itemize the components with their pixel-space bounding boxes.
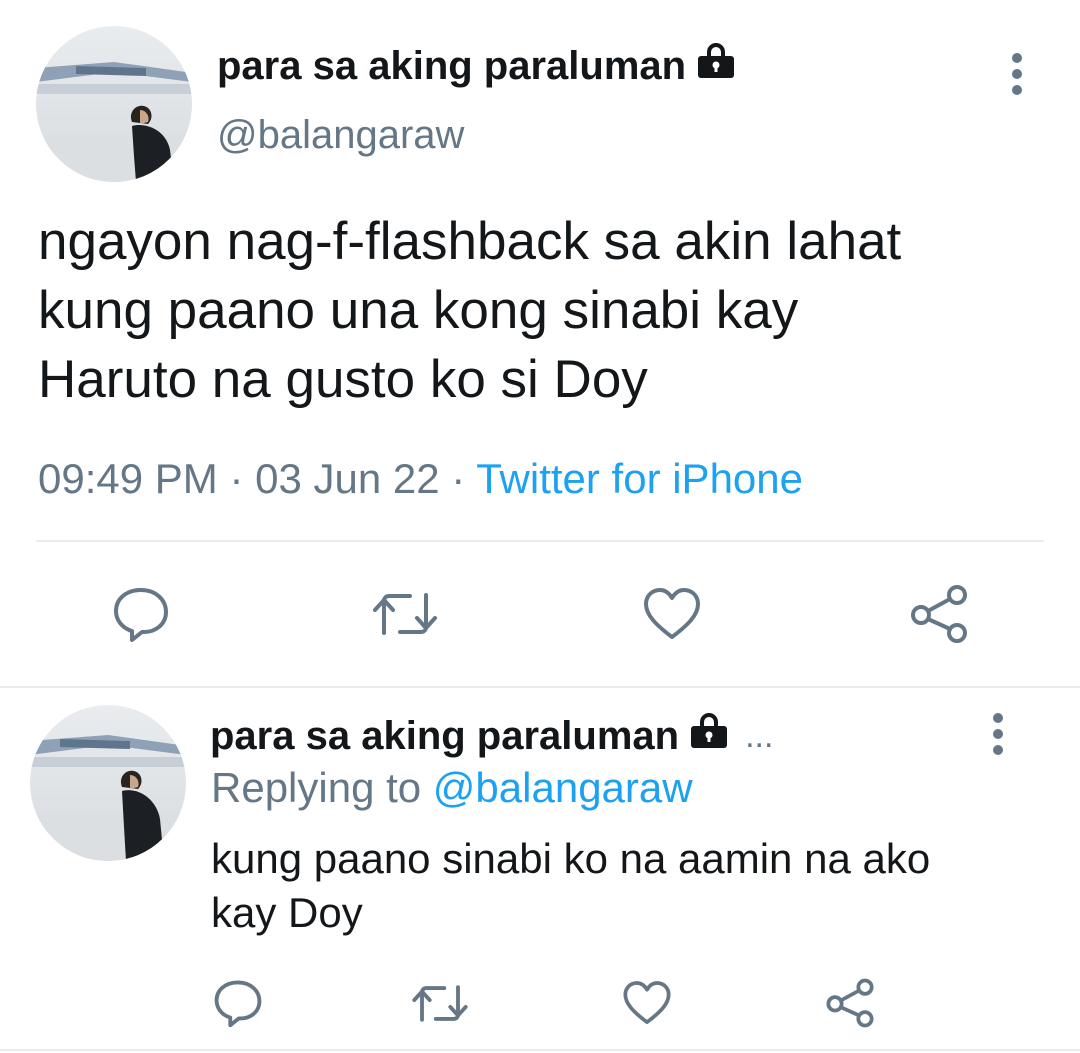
lock-icon [696, 42, 736, 90]
share-button[interactable] [822, 976, 878, 1030]
meta-separator: · [439, 455, 477, 502]
tweet-source-link[interactable]: Twitter for iPhone [476, 455, 803, 502]
display-name[interactable]: para sa aking paraluman [217, 42, 736, 90]
lock-icon [689, 712, 729, 760]
replying-to-handle-link[interactable]: @balangaraw [433, 764, 693, 811]
tweet-text: ngayon nag-f-flashback sa akin lahat kun… [38, 207, 1038, 414]
share-icon [911, 585, 967, 643]
tweet-text-line: kung paano una kong sinabi kay [38, 281, 799, 340]
tweet-text-line: kung paano sinabi ko na aamin na ako [211, 835, 931, 882]
reply-button[interactable] [108, 584, 174, 644]
more-options-icon[interactable] [978, 704, 1018, 764]
tweet-text-line: Haruto na gusto ko si Doy [38, 350, 648, 409]
retweet-button[interactable] [368, 586, 442, 642]
handle[interactable]: @balangaraw [217, 111, 464, 159]
tweet-text: kung paano sinabi ko na aamin na ako kay… [211, 832, 1051, 940]
display-name-text: para sa aking paraluman [217, 44, 687, 88]
tweet-metadata: 09:49 PM · 03 Jun 22 · Twitter for iPhon… [38, 452, 803, 506]
replying-to-label: Replying to [211, 764, 433, 811]
share-icon [826, 978, 874, 1028]
more-options-icon[interactable] [997, 44, 1037, 104]
avatar[interactable] [36, 26, 192, 182]
like-icon [623, 981, 671, 1025]
divider [36, 540, 1044, 542]
truncation-ellipsis: ... [745, 717, 774, 755]
tweet-time[interactable]: 09:49 PM [38, 455, 218, 502]
retweet-icon [412, 984, 468, 1022]
share-button[interactable] [906, 582, 972, 646]
divider [0, 686, 1080, 688]
replying-to: Replying to @balangaraw [211, 762, 693, 814]
tweet-date[interactable]: 03 Jun 22 [255, 455, 440, 502]
main-tweet: para sa aking paraluman @balangaraw ngay… [0, 0, 1080, 678]
display-name-text: para sa aking paraluman [210, 714, 680, 758]
reply-icon [214, 980, 262, 1027]
avatar[interactable] [30, 705, 186, 861]
avatar-photo [36, 26, 192, 182]
reply-button[interactable] [210, 978, 266, 1028]
avatar-photo [30, 705, 186, 861]
retweet-icon [373, 593, 437, 635]
tweet-text-line: kay Doy [211, 889, 363, 936]
reply-icon [114, 588, 168, 642]
tweet-text-line: ngayon nag-f-flashback sa akin lahat [38, 212, 902, 271]
retweet-button[interactable] [408, 980, 472, 1026]
like-icon [644, 588, 700, 639]
like-button[interactable] [620, 978, 674, 1028]
like-button[interactable] [640, 584, 704, 644]
display-name[interactable]: para sa aking paraluman ... [210, 712, 773, 760]
meta-separator: · [217, 455, 256, 502]
divider [0, 1049, 1080, 1051]
